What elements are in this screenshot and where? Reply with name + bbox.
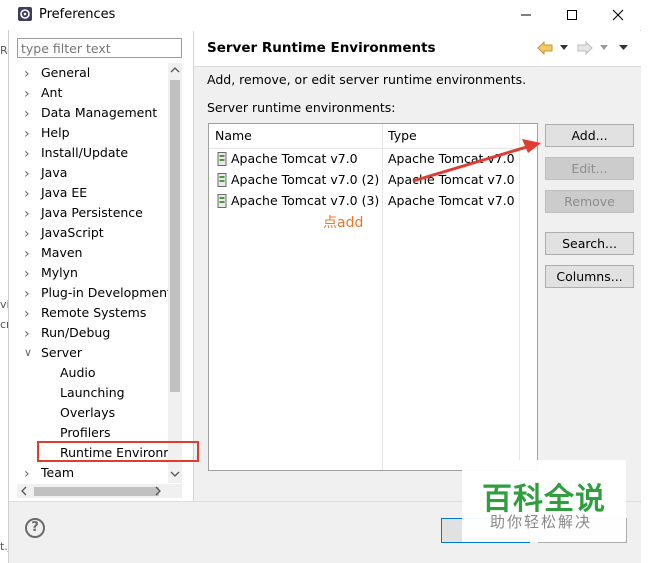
columns-button[interactable]: Columns...	[545, 265, 634, 288]
remove-button[interactable]: Remove	[545, 190, 634, 213]
search-button[interactable]: Search...	[545, 232, 634, 255]
help-icon[interactable]: ?	[25, 518, 45, 538]
edit-button[interactable]: Edit...	[545, 157, 634, 180]
highlight-box	[37, 441, 199, 462]
add-button[interactable]: Add...	[545, 124, 634, 147]
watermark-subtitle: 助你轻松解决	[490, 513, 593, 531]
